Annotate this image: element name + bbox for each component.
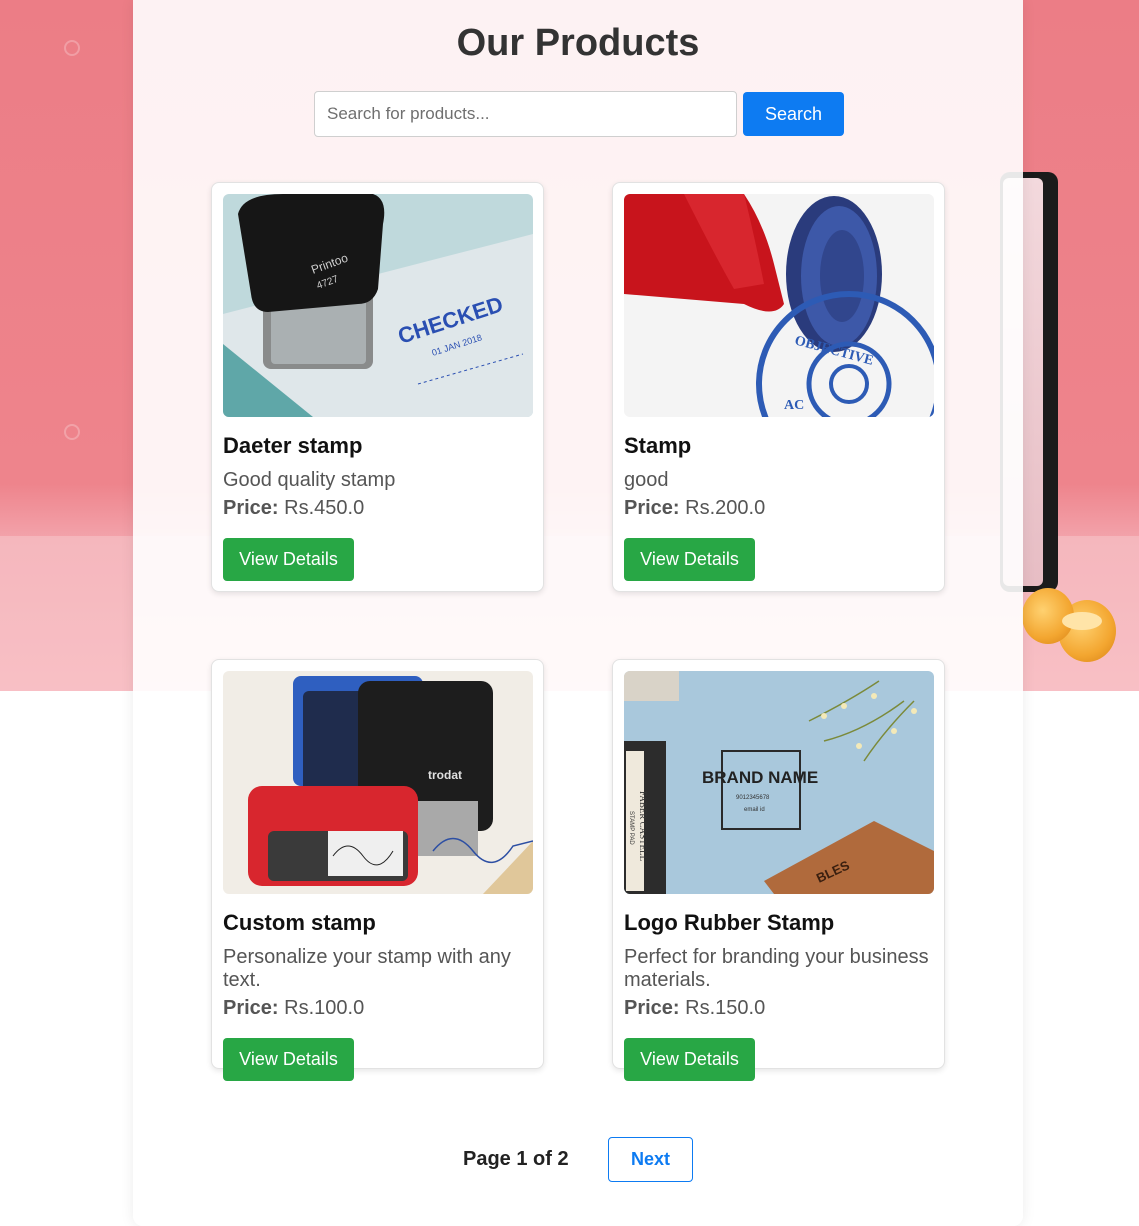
product-card: trodat Custom stamp Personalize your sta… — [211, 659, 544, 1081]
product-card: FABER CASTELL STAMP PAD BRAND NAME 90123… — [612, 659, 945, 1081]
background-decoration — [64, 40, 80, 56]
next-page-button[interactable]: Next — [608, 1137, 693, 1182]
product-description: Good quality stamp — [223, 469, 396, 491]
product-price: Price: Rs.200.0 — [624, 497, 934, 520]
product-description: Perfect for branding your business mater… — [624, 946, 929, 991]
pagination-label: Page 1 of 2 — [463, 1148, 569, 1170]
svg-text:9012345678: 9012345678 — [736, 795, 770, 801]
product-image[interactable]: Printoo 4727 CHECKED 01 JAN 2018 — [223, 194, 533, 417]
svg-text:FABER CASTELL: FABER CASTELL — [638, 791, 648, 861]
page-title: Our Products — [456, 22, 700, 64]
price-value: Rs.150.0 — [685, 997, 766, 1019]
price-label: Price: — [223, 497, 279, 519]
product-price: Price: Rs.100.0 — [223, 997, 533, 1020]
self-inking-stamp-image: Printoo 4727 CHECKED 01 JAN 2018 — [223, 194, 533, 417]
search-input[interactable] — [314, 91, 737, 137]
product-name: Custom stamp — [223, 910, 376, 935]
search-bar: Search — [314, 91, 844, 137]
rubber-stamp-image: OBJECTIVE AC — [624, 194, 934, 417]
search-button[interactable]: Search — [743, 92, 844, 136]
price-label: Price: — [223, 997, 279, 1019]
price-value: Rs.450.0 — [284, 497, 365, 519]
product-card: Printoo 4727 CHECKED 01 JAN 2018 Daeter … — [211, 182, 544, 592]
product-description: good — [624, 469, 669, 491]
product-image[interactable]: trodat — [223, 671, 533, 894]
view-details-button[interactable]: View Details — [223, 1038, 354, 1081]
custom-stamp-image: trodat — [223, 671, 533, 894]
product-image[interactable]: OBJECTIVE AC — [624, 194, 934, 417]
price-label: Price: — [624, 997, 680, 1019]
price-label: Price: — [624, 497, 680, 519]
product-card: OBJECTIVE AC Stamp good Price: Rs.200.0 … — [612, 182, 945, 592]
svg-text:trodat: trodat — [428, 768, 462, 782]
background-decoration — [64, 424, 80, 440]
product-image[interactable]: FABER CASTELL STAMP PAD BRAND NAME 90123… — [624, 671, 934, 894]
view-details-button[interactable]: View Details — [624, 1038, 755, 1081]
background-coin-top — [1062, 612, 1102, 630]
price-value: Rs.100.0 — [284, 997, 365, 1019]
svg-text:STAMP PAD: STAMP PAD — [628, 811, 634, 845]
view-details-button[interactable]: View Details — [223, 538, 354, 581]
products-panel: Our Products Search Printoo 4727 CHECKED… — [133, 0, 1023, 1226]
product-price: Price: Rs.450.0 — [223, 497, 533, 520]
product-price: Price: Rs.150.0 — [624, 997, 934, 1020]
product-description: Personalize your stamp with any text. — [223, 946, 511, 991]
svg-text:BRAND NAME: BRAND NAME — [702, 768, 818, 787]
product-name: Daeter stamp — [223, 433, 363, 458]
price-value: Rs.200.0 — [685, 497, 766, 519]
logo-rubber-stamp-image: FABER CASTELL STAMP PAD BRAND NAME 90123… — [624, 671, 934, 894]
svg-text:email id: email id — [744, 807, 765, 813]
svg-text:AC: AC — [784, 398, 804, 413]
view-details-button[interactable]: View Details — [624, 538, 755, 581]
product-name: Logo Rubber Stamp — [624, 910, 835, 935]
product-name: Stamp — [624, 433, 692, 458]
